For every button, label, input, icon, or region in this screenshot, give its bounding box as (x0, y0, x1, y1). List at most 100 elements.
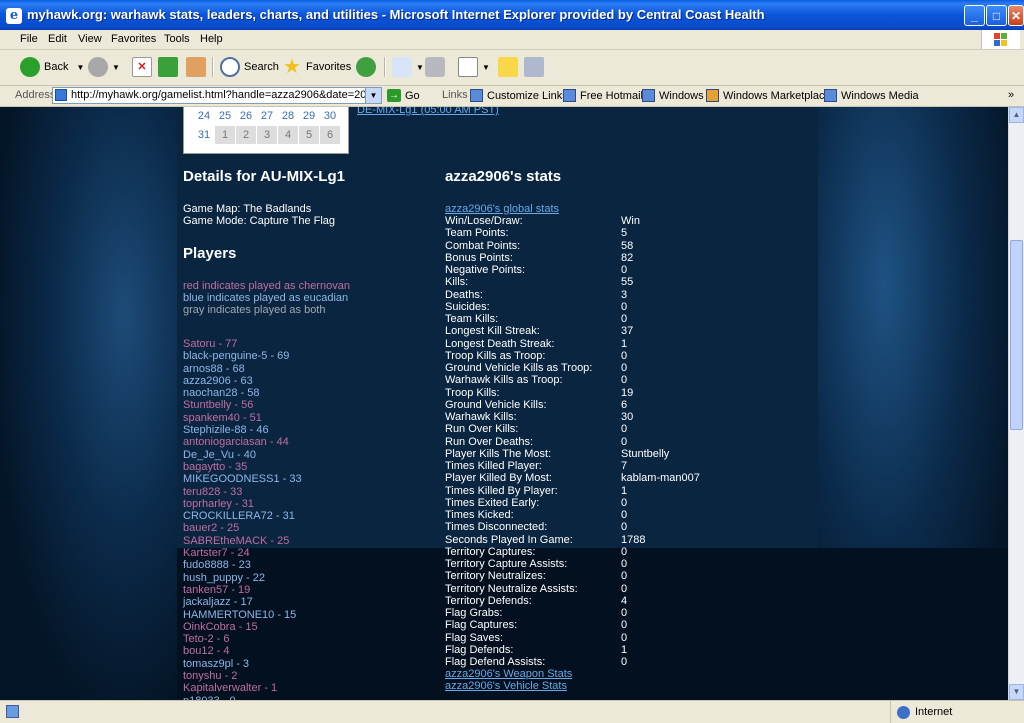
stat-label: Ground Vehicle Kills: (445, 398, 547, 411)
player-item: Stuntbelly - 56 (183, 399, 254, 412)
vertical-scrollbar[interactable]: ▲ ▼ (1008, 107, 1024, 700)
stop-icon: ✕ (132, 57, 152, 77)
calendar-day: 3 (257, 126, 277, 144)
player-item: Teto-2 - 6 (183, 633, 230, 646)
player-item: hush_puppy - 22 (183, 571, 265, 584)
star-icon: ★ (283, 56, 301, 78)
mail-button[interactable]: ▼ (392, 56, 424, 78)
windows-flag-icon (706, 89, 719, 102)
game-link[interactable]: DE-MIX-Lg1 (05:00 AM PST) (357, 107, 499, 116)
calendar-day[interactable]: 31 (194, 126, 214, 144)
stat-value: 0 (621, 300, 628, 313)
stat-label: Territory Capture Assists: (445, 558, 568, 570)
stat-label: Kills: (445, 276, 469, 289)
stat-value: 0 (621, 435, 628, 448)
status-bar: Internet (0, 700, 1024, 723)
scroll-up-icon[interactable]: ▲ (1009, 107, 1024, 123)
player-item: Kapitalverwalter - 1 (183, 682, 278, 695)
stat-label: Ground Vehicle Kills as Troop: (445, 362, 593, 374)
search-icon (220, 57, 240, 77)
stat-label: Deaths: (445, 288, 483, 301)
search-button[interactable]: Search (220, 56, 279, 78)
links-label: Links (442, 89, 468, 101)
vehicle-stats-link[interactable]: azza2906's Vehicle Stats (445, 680, 567, 692)
scroll-thumb[interactable] (1010, 240, 1023, 430)
window-title: myhawk.org: warhawk stats, leaders, char… (27, 7, 765, 22)
forward-button[interactable]: ▼ (88, 56, 120, 78)
go-arrow-icon: → (387, 89, 401, 102)
close-button[interactable]: ✕ (1008, 5, 1024, 26)
menu-favorites[interactable]: Favorites (111, 33, 156, 45)
history-button[interactable] (356, 56, 380, 78)
chevron-down-icon: ▼ (482, 62, 490, 72)
global-stats-link[interactable]: azza2906's global stats (445, 203, 559, 215)
go-button[interactable]: → Go (387, 89, 420, 102)
history-icon (356, 57, 376, 77)
link-marketplace[interactable]: Windows Marketplace (706, 89, 831, 102)
discuss-button[interactable] (498, 56, 522, 78)
address-input[interactable]: http://myhawk.org/gamelist.html?handle=a… (52, 87, 382, 104)
weapon-stats-link[interactable]: azza2906's Weapon Stats (445, 668, 572, 680)
stat-label: Combat Points: (445, 239, 521, 252)
stop-button[interactable]: ✕ (132, 56, 156, 78)
player-item: tomasz9pl - 3 (183, 657, 250, 670)
research-button[interactable] (524, 56, 548, 78)
maximize-button[interactable]: □ (986, 5, 1007, 26)
favorites-button[interactable]: ★ Favorites (282, 56, 351, 78)
edit-button[interactable]: ▼ (458, 56, 490, 78)
link-media-label: Windows Media (841, 89, 919, 102)
research-icon (524, 57, 544, 77)
windows-flag-icon (981, 30, 1020, 49)
address-bar: Address http://myhawk.org/gamelist.html?… (0, 86, 1024, 107)
calendar-day[interactable]: 30 (320, 107, 340, 125)
stat-value: 19 (621, 386, 634, 399)
calendar-day[interactable]: 27 (257, 107, 277, 125)
link-windows[interactable]: Windows (642, 89, 704, 102)
links-label-text: Links (442, 89, 468, 101)
background-left (0, 107, 177, 700)
link-media[interactable]: Windows Media (824, 89, 919, 102)
page-status-icon (6, 705, 19, 718)
chevron-down-icon: ▼ (76, 62, 85, 72)
calendar-day: 6 (320, 126, 340, 144)
calendar-day[interactable]: 29 (299, 107, 319, 125)
scroll-down-icon[interactable]: ▼ (1009, 684, 1024, 700)
menu-file[interactable]: File (20, 33, 38, 45)
stat-value: 0 (621, 619, 628, 632)
stat-label: Times Killed By Player: (445, 484, 558, 497)
menu-edit[interactable]: Edit (48, 33, 67, 45)
menu-tools[interactable]: Tools (164, 33, 190, 45)
refresh-button[interactable] (158, 56, 182, 78)
game-mode: Game Mode: Capture The Flag (183, 215, 336, 227)
page-content: 24 25 26 27 28 29 30 31 1 2 3 4 5 6 DE-M… (0, 107, 1008, 700)
stat-label: Player Kills The Most: (445, 447, 552, 460)
minimize-button[interactable]: _ (964, 5, 985, 26)
menu-view[interactable]: View (78, 33, 102, 45)
stat-label: Suicides: (445, 300, 490, 313)
ie-logo-icon: e (6, 8, 22, 24)
legend-gray: gray indicates played as both (183, 304, 326, 316)
print-button[interactable] (425, 56, 449, 78)
stat-value: 5 (621, 227, 628, 240)
stat-value: 1 (621, 643, 628, 656)
home-button[interactable] (186, 56, 210, 78)
link-customize[interactable]: Customize Links (470, 89, 568, 102)
chevron-down-icon[interactable]: ▼ (365, 88, 381, 103)
menu-help[interactable]: Help (200, 33, 223, 45)
calendar-day[interactable]: 26 (236, 107, 256, 125)
links-more-icon[interactable]: » (1008, 89, 1014, 101)
player-item: fudo8888 - 23 (183, 559, 251, 572)
stat-value: 0 (621, 423, 628, 436)
calendar-day: 2 (236, 126, 256, 144)
back-button[interactable]: Back ▼ (20, 56, 84, 78)
stat-value: 0 (621, 545, 628, 558)
back-arrow-icon (20, 57, 40, 77)
link-page-icon (824, 89, 837, 102)
calendar-day[interactable]: 28 (278, 107, 298, 125)
player-item: OinkCobra - 15 (183, 620, 258, 633)
calendar-day[interactable]: 25 (215, 107, 235, 125)
stat-value: 0 (621, 509, 628, 521)
calendar-day[interactable]: 24 (194, 107, 214, 125)
player-item: toprharley - 31 (183, 497, 254, 510)
link-hotmail[interactable]: Free Hotmail (563, 89, 643, 102)
